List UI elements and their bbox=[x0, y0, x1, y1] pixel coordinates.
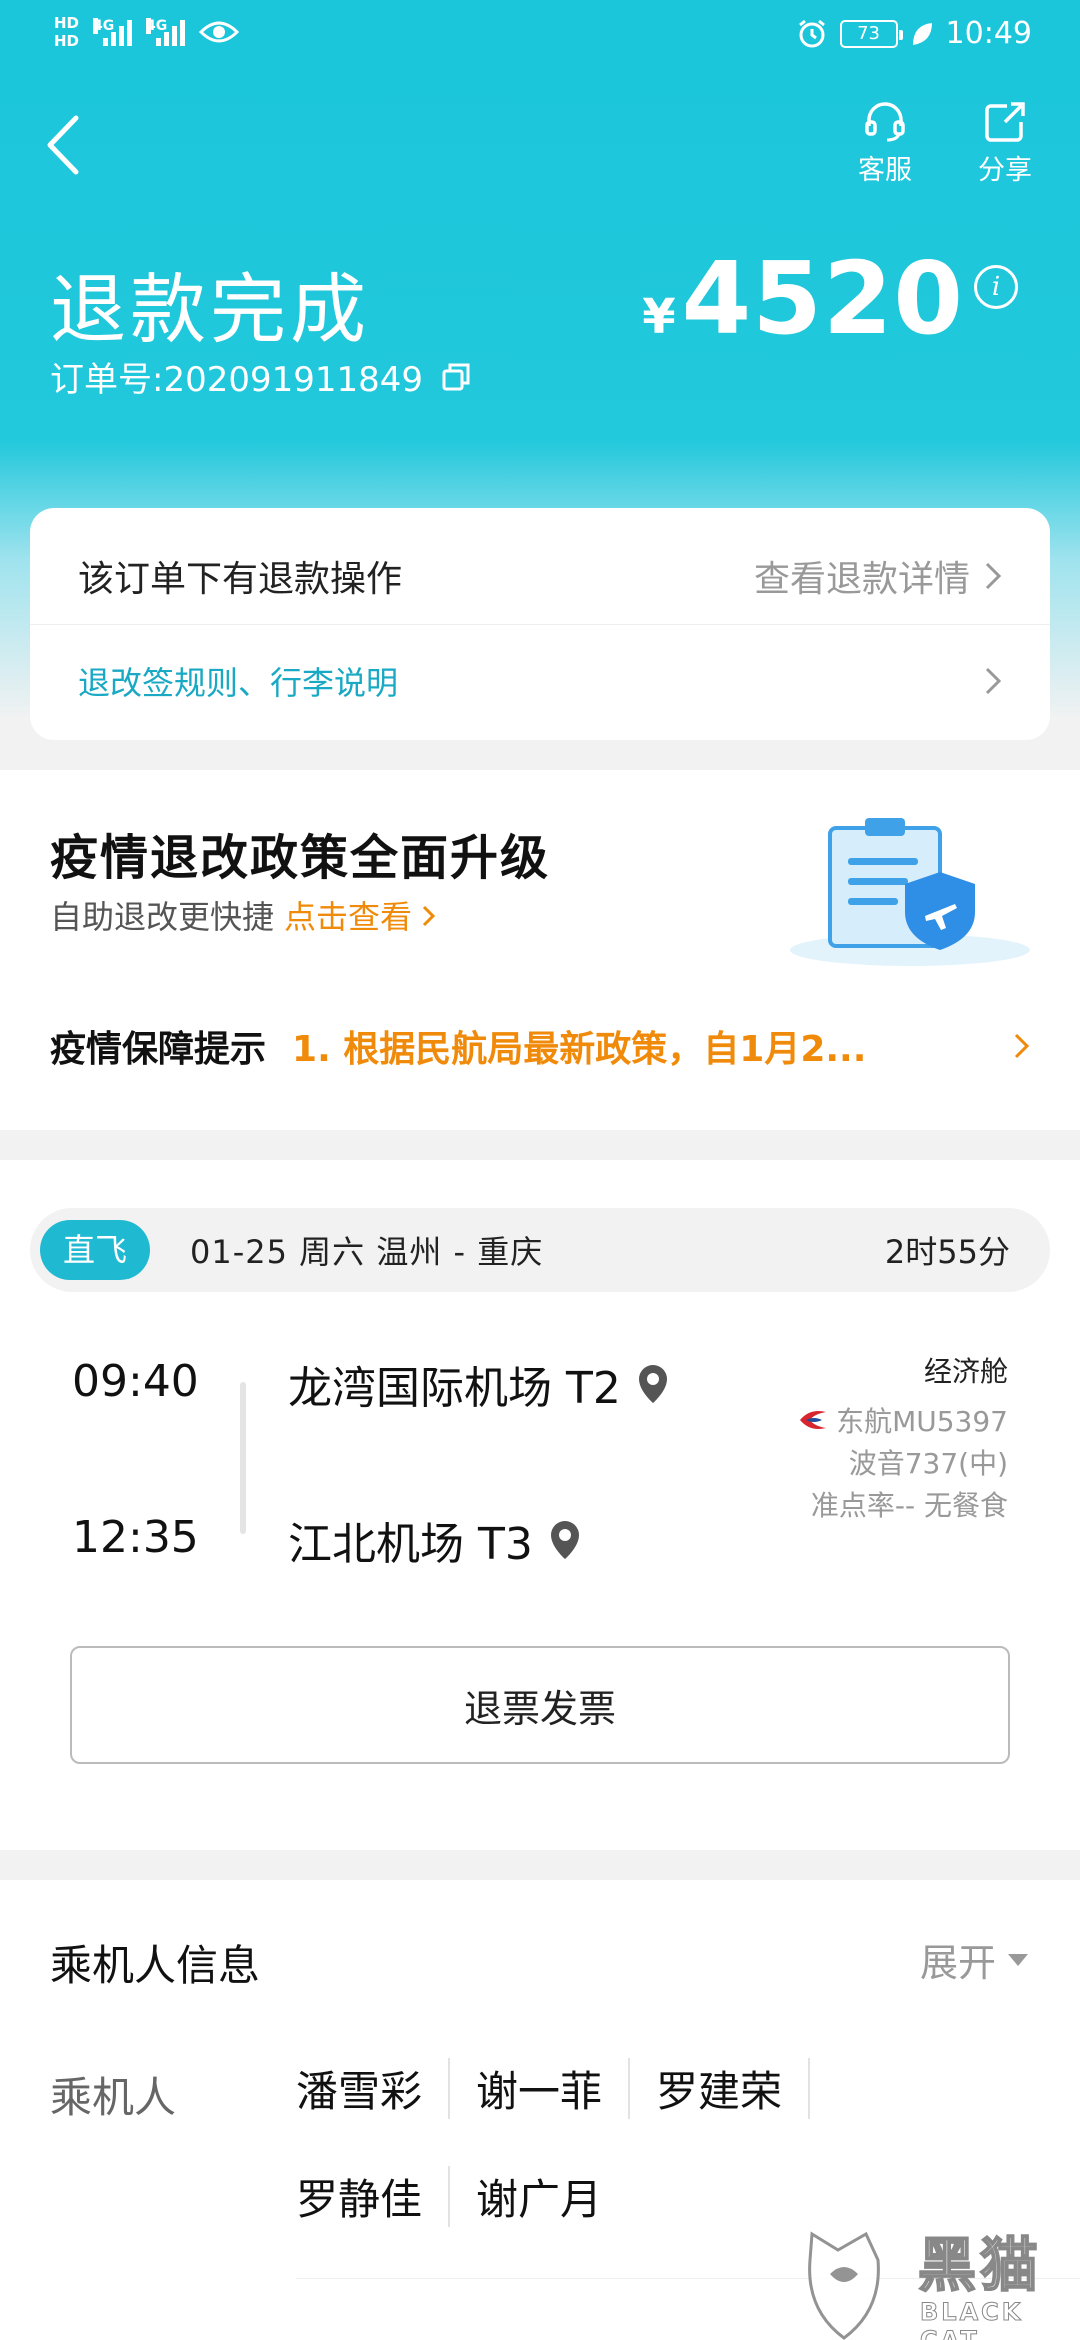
amount-value: 4520 bbox=[681, 240, 964, 357]
eye-icon bbox=[199, 21, 240, 43]
customer-service-button[interactable]: 客服 bbox=[840, 100, 930, 187]
status-bar: HD HD 4G 4G 73 10:49 bbox=[0, 0, 1080, 72]
leaf-icon bbox=[912, 22, 932, 45]
passenger-name: 罗静佳 bbox=[296, 2165, 451, 2227]
timeline-line bbox=[240, 1382, 246, 1534]
customer-service-label: 客服 bbox=[858, 155, 912, 186]
direct-flight-tag: 直飞 bbox=[40, 1220, 150, 1280]
hd-indicator: HD HD bbox=[54, 14, 80, 50]
policy-title: 疫情退改政策全面升级 bbox=[50, 830, 551, 886]
refund-invoice-button[interactable]: 退票发票 bbox=[70, 1646, 1010, 1764]
share-icon bbox=[985, 102, 1025, 142]
flight-summary-bar: 直飞 01-25 周六 温州 - 重庆 2时55分 bbox=[30, 1208, 1050, 1292]
watermark-subtext: BLACK CAT bbox=[920, 2298, 1024, 2340]
policy-view-link[interactable]: 点击查看 bbox=[284, 892, 436, 938]
document-shield-illustration bbox=[790, 818, 1030, 966]
watermark-text: 黑猫 bbox=[917, 2230, 1043, 2300]
order-number-text: 订单号:202091911849 bbox=[50, 360, 424, 400]
policy-section: 疫情退改政策全面升级 自助退改更快捷 点击查看 疫情保障提示 1. 根据民航局最… bbox=[0, 770, 1080, 1130]
passenger-name: 谢一菲 bbox=[476, 2057, 631, 2119]
chevron-right-icon bbox=[423, 905, 436, 927]
expand-toggle[interactable]: 展开 bbox=[920, 1932, 1030, 1987]
order-number: 订单号:202091911849 bbox=[50, 352, 471, 401]
departure-airport[interactable]: 龙湾国际机场 T2 bbox=[288, 1352, 669, 1416]
copy-icon[interactable] bbox=[441, 362, 471, 392]
ontime-meal-info: 准点率-- 无餐食 bbox=[810, 1489, 1008, 1522]
chevron-right-icon bbox=[1014, 1033, 1030, 1059]
signal-icon: 4G bbox=[93, 18, 133, 46]
caret-down-icon bbox=[1008, 1953, 1028, 1966]
arrival-airport[interactable]: 江北机场 T3 bbox=[288, 1508, 581, 1572]
rules-link[interactable]: 退改签规则、行李说明 bbox=[78, 658, 398, 704]
flight-duration: 2时55分 bbox=[884, 1233, 1010, 1271]
flight-number: 东航MU5397 bbox=[836, 1405, 1008, 1438]
rules-row[interactable]: 退改签规则、行李说明 bbox=[78, 658, 1002, 704]
location-pin-icon bbox=[638, 1365, 667, 1403]
airline-logo-icon bbox=[800, 1411, 827, 1429]
tip-label: 疫情保障提示 bbox=[50, 1029, 267, 1070]
chevron-right-icon bbox=[985, 667, 1002, 695]
headset-icon bbox=[865, 102, 905, 142]
passenger-name: 潘雪彩 bbox=[296, 2057, 451, 2119]
share-button[interactable]: 分享 bbox=[960, 100, 1050, 187]
currency-symbol: ¥ bbox=[642, 289, 676, 345]
arrival-time: 12:35 bbox=[72, 1512, 199, 1563]
epidemic-tip-row[interactable]: 疫情保障提示 1. 根据民航局最新政策，自1月2... bbox=[50, 1020, 1030, 1072]
refund-status-title: 退款完成 bbox=[50, 265, 370, 354]
tip-text: 1. 根据民航局最新政策，自1月2... bbox=[292, 1029, 867, 1070]
divider bbox=[30, 624, 1050, 625]
aircraft-type: 波音737(中) bbox=[848, 1447, 1008, 1480]
battery-icon: 73 bbox=[839, 19, 903, 48]
refund-card: 该订单下有退款操作 查看退款详情 退改签规则、行李说明 bbox=[30, 508, 1050, 740]
info-icon[interactable]: i bbox=[974, 264, 1018, 309]
refund-amount: ¥ 4520 i bbox=[642, 240, 1018, 357]
policy-subtitle: 自助退改更快捷 bbox=[50, 898, 275, 936]
refund-notice: 该订单下有退款操作 bbox=[78, 559, 403, 600]
passenger-label: 乘机人 bbox=[50, 2073, 177, 2122]
share-label: 分享 bbox=[978, 155, 1032, 186]
flight-date-route: 01-25 周六 温州 - 重庆 bbox=[190, 1233, 544, 1271]
location-pin-icon bbox=[550, 1521, 579, 1559]
signal-icon: 4G bbox=[146, 18, 186, 46]
refund-detail-row[interactable]: 该订单下有退款操作 查看退款详情 bbox=[78, 546, 1002, 606]
passenger-name: 谢广月 bbox=[476, 2174, 603, 2224]
refund-detail-link[interactable]: 查看退款详情 bbox=[754, 550, 970, 602]
chevron-right-icon bbox=[985, 562, 1002, 590]
passenger-section-title: 乘机人信息 bbox=[50, 1941, 261, 1990]
clock-time: 10:49 bbox=[945, 16, 1032, 51]
cabin-class: 经济舱 bbox=[923, 1355, 1008, 1388]
alarm-icon bbox=[798, 19, 825, 47]
back-icon[interactable] bbox=[40, 110, 88, 180]
flight-section: 直飞 01-25 周六 温州 - 重庆 2时55分 09:40 12:35 龙湾… bbox=[0, 1160, 1080, 1850]
departure-time: 09:40 bbox=[72, 1356, 199, 1407]
passenger-name: 罗建荣 bbox=[656, 2057, 811, 2119]
airline-info: 东航MU5397 bbox=[798, 1400, 1008, 1440]
